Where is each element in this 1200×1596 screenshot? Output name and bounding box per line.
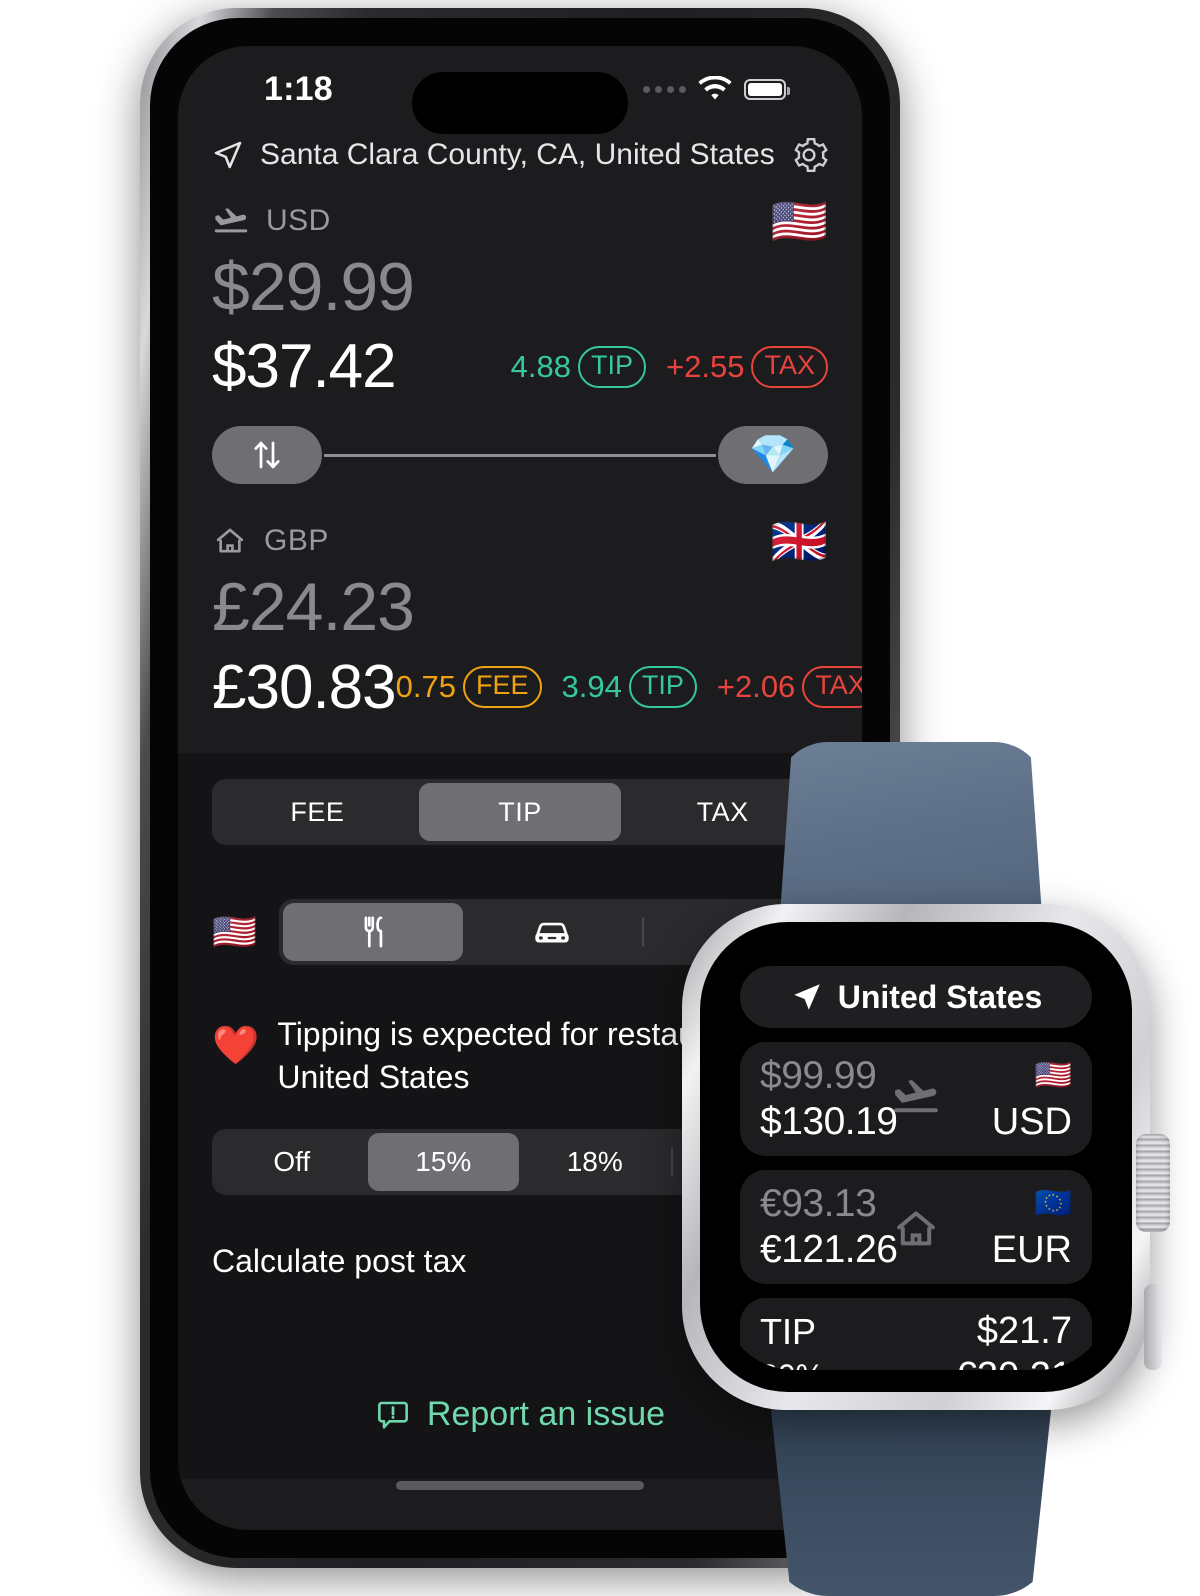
gear-icon[interactable] (790, 136, 828, 174)
watch-case: United States $99.99 🇺🇸 $130.19 USD €93.… (682, 904, 1170, 1410)
category-taxi[interactable] (463, 903, 643, 961)
navigation-arrow-icon (212, 139, 244, 171)
flag-icon-eur: 🇪🇺 (1034, 1187, 1072, 1220)
battery-icon (744, 78, 790, 100)
restaurant-icon (356, 915, 390, 949)
airplane-landing-icon (890, 1077, 942, 1117)
currency-base-amount[interactable]: $29.99 (212, 251, 828, 323)
watch-charge-value-secondary: €20.21 (956, 1355, 1072, 1370)
watch-bezel: United States $99.99 🇺🇸 $130.19 USD €93.… (700, 922, 1132, 1392)
heart-icon: ❤️ (212, 1024, 260, 1067)
currency-total-amount: $37.42 (212, 332, 397, 402)
status-bar: 1:18 (178, 46, 862, 134)
flag-icon-country: 🇺🇸 (212, 910, 257, 952)
home-icon (891, 1205, 941, 1253)
watch-row-eur[interactable]: €93.13 🇪🇺 €121.26 EUR (740, 1170, 1092, 1284)
currency-total-amount: £30.83 (212, 652, 397, 722)
swap-slider-row: 💎 (178, 424, 862, 486)
watch-screen: United States $99.99 🇺🇸 $130.19 USD €93.… (722, 944, 1110, 1370)
tab-tip[interactable]: TIP (418, 782, 622, 841)
watch-charge-label: TIP (760, 1310, 817, 1352)
currency-header: USD 🇺🇸 (212, 190, 828, 252)
watch-total-amount: $130.19 (760, 1100, 898, 1143)
swap-vertical-icon[interactable] (212, 426, 322, 485)
watch-charge-sub: 20% (760, 1358, 824, 1370)
dynamic-island (412, 72, 628, 134)
report-issue-label: Report an issue (426, 1395, 666, 1433)
category-restaurant[interactable] (282, 902, 463, 961)
watch-row-top: TIP $21.7 (760, 1310, 1072, 1353)
watch-base-amount: €93.13 (760, 1182, 877, 1225)
currency-chips: 4.88 TIP +2.55 TAX (511, 346, 828, 388)
wifi-icon (698, 76, 732, 102)
tab-fee[interactable]: FEE (216, 783, 419, 841)
navigation-arrow-icon (790, 980, 824, 1014)
amount-slider-track[interactable] (324, 453, 716, 457)
tip-percent-15[interactable]: 15% (367, 1133, 519, 1192)
status-indicators (643, 76, 790, 102)
chip-value: 3.94 (561, 669, 622, 705)
currency-block-usd[interactable]: USD 🇺🇸 $29.99 $37.42 4.88 TIP +2.55 TAX (178, 190, 862, 402)
chip-value: +2.06 (716, 669, 796, 705)
watch-currency-code: USD (991, 1100, 1072, 1143)
currency-block-gbp[interactable]: GBP 🇬🇧 £24.23 £30.83 0.75 FEE 3.94 TIP +… (178, 510, 862, 722)
currency-total-row: £30.83 0.75 FEE 3.94 TIP +2.06 TAX (212, 652, 862, 723)
currency-total-row: $37.42 4.88 TIP +2.55 TAX (212, 331, 828, 402)
watch-row-bottom: 20% €20.21 (760, 1355, 1072, 1370)
watch-base-amount: $99.99 (760, 1054, 877, 1097)
status-clock: 1:18 (264, 70, 333, 108)
chip-label: TAX (751, 346, 828, 388)
watch-row-tip[interactable]: TIP $21.7 20% €20.21 (740, 1298, 1092, 1370)
chip-label: TIP (628, 666, 697, 709)
flag-icon-usd: 🇺🇸 (1034, 1059, 1072, 1092)
chip-label: TAX (802, 666, 862, 709)
chip-label: TIP (578, 346, 647, 388)
flag-icon-usd: 🇺🇸 (770, 195, 828, 247)
chip-fee: 0.75 FEE (395, 666, 542, 709)
watch-side-button[interactable] (1144, 1284, 1162, 1370)
currency-header: GBP 🇬🇧 (212, 510, 828, 572)
watch-location-label: United States (837, 978, 1043, 1015)
chip-value: +2.55 (666, 348, 745, 384)
exclamation-bubble-icon (375, 1397, 411, 1433)
chip-tax: +2.06 TAX (716, 666, 862, 709)
background-strap (1164, 766, 1200, 1466)
watch-total-amount: €121.26 (760, 1228, 898, 1271)
premium-gem-button[interactable]: 💎 (718, 426, 828, 485)
home-indicator (396, 1481, 644, 1490)
chip-tip: 3.94 TIP (561, 666, 697, 709)
airplane-landing-icon (212, 206, 250, 236)
currency-chips: 0.75 FEE 3.94 TIP +2.06 TAX (395, 666, 862, 709)
watch-location-chip[interactable]: United States (740, 966, 1092, 1028)
tip-percent-18[interactable]: 18% (519, 1133, 671, 1191)
watch-row-usd[interactable]: $99.99 🇺🇸 $130.19 USD (740, 1042, 1092, 1156)
taxi-icon (533, 917, 571, 947)
cellular-dots-icon (643, 85, 686, 93)
currency-code: USD (266, 204, 331, 237)
currency-code: GBP (264, 524, 329, 558)
watch-band-bottom (768, 1382, 1054, 1596)
digital-crown[interactable] (1136, 1134, 1170, 1232)
watch-charge-value-primary: $21.7 (976, 1310, 1072, 1352)
chip-label: FEE (462, 666, 542, 709)
flag-icon-gbp: 🇬🇧 (770, 515, 828, 568)
currency-base-amount[interactable]: £24.23 (212, 571, 828, 643)
tip-note-line2: United States (277, 1058, 470, 1095)
chip-value: 4.88 (510, 348, 572, 384)
chip-tax: +2.55 TAX (666, 346, 828, 388)
location-label: Santa Clara County, CA, United States (260, 138, 775, 171)
tip-percent-off[interactable]: Off (216, 1133, 368, 1191)
home-icon (212, 524, 248, 558)
chip-value: 0.75 (395, 669, 456, 705)
apple-watch-device: United States $99.99 🇺🇸 $130.19 USD €93.… (672, 742, 1200, 1596)
gem-icon: 💎 (749, 434, 797, 477)
chip-tip: 4.88 TIP (510, 346, 647, 388)
watch-currency-code: EUR (991, 1228, 1072, 1271)
